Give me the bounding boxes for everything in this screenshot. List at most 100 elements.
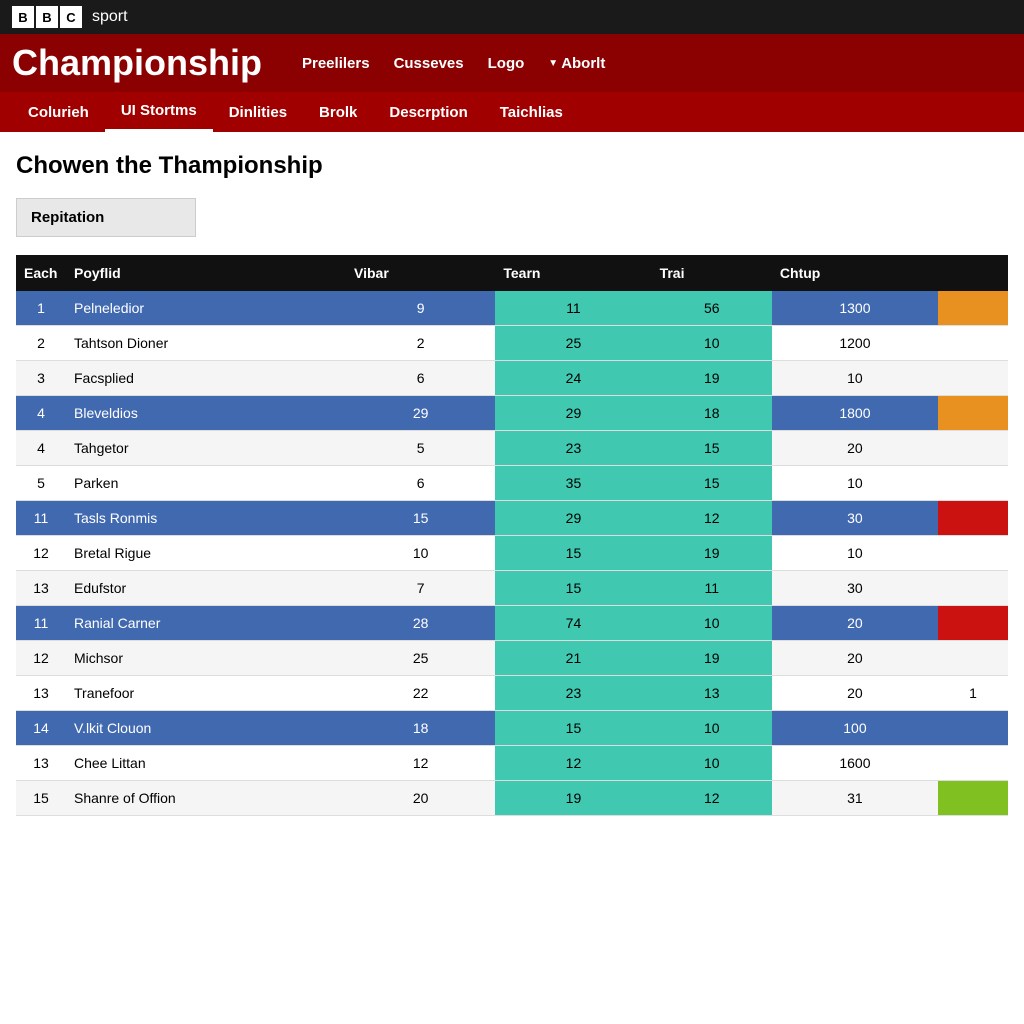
cell-extra bbox=[938, 431, 1008, 466]
cell-name: Tahgetor bbox=[66, 431, 346, 466]
cell-chtup: 1200 bbox=[772, 326, 938, 361]
cell-trai: 18 bbox=[652, 396, 772, 431]
cell-pos: 3 bbox=[16, 361, 66, 396]
subnav-brolk[interactable]: Brolk bbox=[303, 94, 373, 131]
cell-vibar: 20 bbox=[346, 781, 495, 816]
cell-pos: 11 bbox=[16, 501, 66, 536]
table-row: 2 Tahtson Dioner 2 25 10 1200 bbox=[16, 326, 1008, 361]
cell-chtup: 20 bbox=[772, 641, 938, 676]
cell-team: 19 bbox=[495, 781, 651, 816]
table-row: 4 Tahgetor 5 23 15 20 bbox=[16, 431, 1008, 466]
cell-extra bbox=[938, 291, 1008, 326]
cell-team: 21 bbox=[495, 641, 651, 676]
cell-trai: 12 bbox=[652, 501, 772, 536]
cell-vibar: 7 bbox=[346, 571, 495, 606]
cell-vibar: 6 bbox=[346, 466, 495, 501]
table-row: 1 Pelneledior 9 11 56 1300 bbox=[16, 291, 1008, 326]
cell-trai: 19 bbox=[652, 361, 772, 396]
nav-cusseves[interactable]: Cusseves bbox=[384, 51, 474, 76]
cell-trai: 10 bbox=[652, 326, 772, 361]
cell-team: 74 bbox=[495, 606, 651, 641]
cell-chtup: 1300 bbox=[772, 291, 938, 326]
subnav-ui-stortms[interactable]: UI Stortms bbox=[105, 92, 213, 132]
cell-extra bbox=[938, 606, 1008, 641]
cell-name: Tahtson Dioner bbox=[66, 326, 346, 361]
table-row: 11 Ranial Carner 28 74 10 20 bbox=[16, 606, 1008, 641]
cell-trai: 56 bbox=[652, 291, 772, 326]
cell-team: 29 bbox=[495, 396, 651, 431]
table-row: 11 Tasls Ronmis 15 29 12 30 bbox=[16, 501, 1008, 536]
dropdown-arrow-icon: ▼ bbox=[548, 58, 558, 69]
cell-vibar: 18 bbox=[346, 711, 495, 746]
nav-logo[interactable]: Logo bbox=[478, 51, 535, 76]
cell-vibar: 5 bbox=[346, 431, 495, 466]
cell-extra bbox=[938, 746, 1008, 781]
cell-chtup: 10 bbox=[772, 361, 938, 396]
cell-extra bbox=[938, 641, 1008, 676]
cell-trai: 19 bbox=[652, 536, 772, 571]
cell-chtup: 30 bbox=[772, 501, 938, 536]
cell-chtup: 31 bbox=[772, 781, 938, 816]
cell-team: 15 bbox=[495, 711, 651, 746]
cell-trai: 19 bbox=[652, 641, 772, 676]
cell-vibar: 29 bbox=[346, 396, 495, 431]
filter-bar[interactable]: Repitation bbox=[16, 198, 196, 237]
cell-vibar: 10 bbox=[346, 536, 495, 571]
cell-pos: 5 bbox=[16, 466, 66, 501]
cell-pos: 13 bbox=[16, 746, 66, 781]
cell-chtup: 20 bbox=[772, 431, 938, 466]
cell-vibar: 12 bbox=[346, 746, 495, 781]
table-row: 13 Edufstor 7 15 11 30 bbox=[16, 571, 1008, 606]
content-area: Chowen the Thampionship Repitation Each … bbox=[0, 132, 1024, 836]
cell-extra bbox=[938, 396, 1008, 431]
bbc-sport-label: sport bbox=[92, 8, 128, 26]
table-header-row: Each Poyflid Vibar Tearn Trai Chtup bbox=[16, 255, 1008, 291]
cell-name: Edufstor bbox=[66, 571, 346, 606]
cell-team: 23 bbox=[495, 431, 651, 466]
title-nav: Preelilers Cusseves Logo ▼ Aborlt bbox=[292, 51, 615, 76]
col-vibar: Vibar bbox=[346, 255, 495, 291]
table-row: 12 Michsor 25 21 19 20 bbox=[16, 641, 1008, 676]
bbc-b3: C bbox=[60, 6, 82, 28]
subnav-dinlities[interactable]: Dinlities bbox=[213, 94, 303, 131]
cell-team: 15 bbox=[495, 536, 651, 571]
cell-trai: 15 bbox=[652, 431, 772, 466]
subnav-taichlias[interactable]: Taichlias bbox=[484, 94, 579, 131]
cell-vibar: 9 bbox=[346, 291, 495, 326]
nav-abort[interactable]: ▼ Aborlt bbox=[538, 51, 615, 76]
cell-extra bbox=[938, 781, 1008, 816]
table-row: 5 Parken 6 35 15 10 bbox=[16, 466, 1008, 501]
cell-pos: 14 bbox=[16, 711, 66, 746]
cell-vibar: 15 bbox=[346, 501, 495, 536]
cell-extra bbox=[938, 536, 1008, 571]
cell-pos: 12 bbox=[16, 641, 66, 676]
table-row: 3 Facsplied 6 24 19 10 bbox=[16, 361, 1008, 396]
nav-preelilers[interactable]: Preelilers bbox=[292, 51, 380, 76]
cell-trai: 10 bbox=[652, 606, 772, 641]
cell-chtup: 20 bbox=[772, 606, 938, 641]
cell-team: 12 bbox=[495, 746, 651, 781]
cell-pos: 15 bbox=[16, 781, 66, 816]
col-each: Each bbox=[16, 255, 66, 291]
top-bar: B B C sport bbox=[0, 0, 1024, 34]
cell-name: Tranefoor bbox=[66, 676, 346, 711]
cell-team: 11 bbox=[495, 291, 651, 326]
table-row: 13 Chee Littan 12 12 10 1600 bbox=[16, 746, 1008, 781]
cell-chtup: 20 bbox=[772, 676, 938, 711]
table-body: 1 Pelneledior 9 11 56 1300 2 Tahtson Dio… bbox=[16, 291, 1008, 816]
bbc-blocks: B B C bbox=[12, 6, 82, 28]
cell-pos: 13 bbox=[16, 676, 66, 711]
cell-trai: 10 bbox=[652, 746, 772, 781]
cell-team: 25 bbox=[495, 326, 651, 361]
cell-chtup: 1800 bbox=[772, 396, 938, 431]
cell-extra bbox=[938, 326, 1008, 361]
cell-name: Bleveldios bbox=[66, 396, 346, 431]
subnav-colurieh[interactable]: Colurieh bbox=[12, 94, 105, 131]
subnav-descrption[interactable]: Descrption bbox=[373, 94, 483, 131]
cell-extra: 1 bbox=[938, 676, 1008, 711]
cell-name: Pelneledior bbox=[66, 291, 346, 326]
cell-pos: 4 bbox=[16, 396, 66, 431]
cell-name: Michsor bbox=[66, 641, 346, 676]
table-row: 4 Bleveldios 29 29 18 1800 bbox=[16, 396, 1008, 431]
cell-pos: 13 bbox=[16, 571, 66, 606]
